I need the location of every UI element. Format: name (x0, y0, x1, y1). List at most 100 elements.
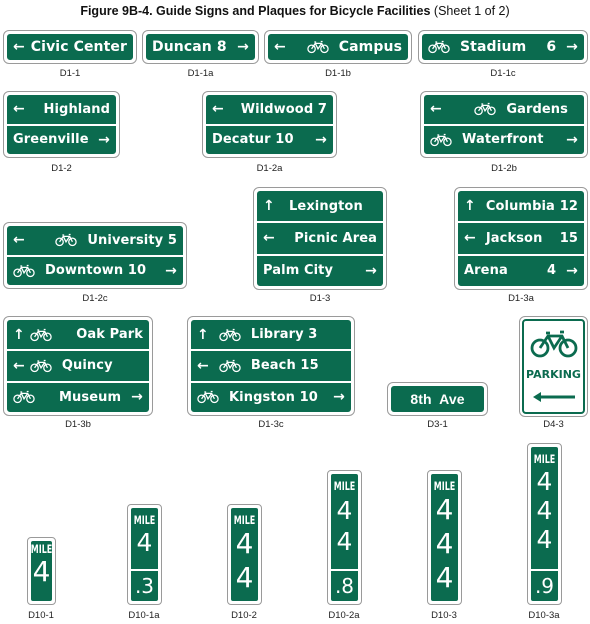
destination-text: Lexington (289, 198, 363, 214)
arrow-up-icon: ↑ (13, 326, 25, 343)
mile-digit: 4 (536, 467, 553, 496)
sign-row: ← Beach 15 (191, 349, 351, 380)
arrow-up-icon: ↑ (464, 198, 476, 215)
sign-panel: ↑ Lexington ← Picnic Area Palm City → (256, 190, 384, 287)
sign-row: 8th Ave (391, 386, 484, 412)
destination-text: University 5 (87, 232, 177, 248)
street-name-text: 8th Ave (410, 391, 465, 407)
arrow-left-icon: ← (13, 357, 25, 374)
arrow-up-icon: ↑ (263, 198, 275, 215)
destination-text: Campus (338, 39, 402, 55)
distance-text: 4 (547, 263, 557, 279)
sign-code-label: D1-3a (508, 293, 534, 304)
bicycle-icon (428, 40, 450, 54)
sign-code-label: D1-1a (187, 68, 214, 79)
bicycle-icon (13, 391, 35, 404)
mile-decimal: .9 (531, 569, 558, 601)
mile-digit: 4 (235, 527, 254, 560)
bicycle-icon (474, 103, 497, 116)
arrow-right-icon: → (566, 39, 578, 55)
sign-row: Stadium 6 → (422, 34, 584, 60)
mile-digit: 4 (136, 528, 153, 557)
sign-code-label: D4-3 (543, 419, 564, 430)
figure-title: Figure 9B-4. Guide Signs and Plaques for… (0, 4, 590, 18)
milepost-panel: MILE 4 (30, 540, 53, 602)
mile-decimal: .3 (131, 569, 158, 601)
distance-text: 6 (546, 39, 557, 55)
sign-code-label: D3-1 (427, 419, 448, 430)
mile-digit: 4 (336, 527, 353, 556)
sign-panel: Duncan 8 → (145, 33, 256, 61)
sign-panel: ← Wildwood 7 Decatur 10 → (205, 94, 334, 155)
arrow-left-icon: ← (13, 232, 25, 249)
arrow-left-icon: ← (212, 101, 224, 118)
destination-text: Picnic Area (294, 230, 377, 246)
sign-row: Palm City → (257, 253, 383, 286)
destination-text: Quincy (61, 358, 113, 374)
milepost-d10-2: MILE 4 4 (227, 504, 262, 605)
sign-panel: ← University 5 Downtown 10 → (6, 225, 184, 286)
mile-digit: 4 (536, 496, 553, 525)
arrow-left-icon: ← (263, 230, 275, 247)
sign-d1-2c: ← University 5 Downtown 10 → (3, 222, 187, 289)
bicycle-icon (307, 40, 329, 54)
distance-text: 15 (559, 230, 578, 246)
sign-code-label: D10-1 (28, 610, 54, 621)
arrow-right-icon: → (131, 389, 143, 406)
milepost-panel: MILE 4 4 (230, 507, 259, 602)
sign-code-label: D10-2 (231, 610, 257, 621)
sign-d4-3: PARKING (519, 316, 588, 417)
sign-panel: ↑ Oak Park ← Quincy Museum → (6, 319, 150, 413)
sign-d1-1: ← Civic Center (3, 30, 137, 64)
sign-d1-1b: ← Campus (264, 30, 412, 64)
arrow-left-icon: ← (13, 39, 25, 55)
arrow-right-icon: → (315, 131, 327, 148)
bicycle-icon (530, 330, 577, 358)
sign-row: ← Highland (7, 95, 116, 124)
bicycle-icon (197, 391, 219, 404)
destination-text: Wildwood 7 (240, 101, 327, 117)
sign-panel: ← Gardens Waterfront → (423, 94, 585, 155)
destination-text: Arena (464, 263, 508, 279)
sign-row: Museum → (7, 380, 149, 412)
mile-word: MILE (433, 480, 456, 493)
sign-row: Duncan 8 → (146, 34, 255, 60)
sign-d1-1c: Stadium 6 → (418, 30, 588, 64)
mile-digit: 4 (235, 561, 254, 594)
milepost-d10-3a: MILE 4 4 4 .9 (527, 443, 562, 605)
sign-code-label: D1-1 (59, 68, 81, 79)
sign-row: Downtown 10 → (7, 254, 183, 286)
destination-text: Highland (43, 101, 110, 117)
mile-word: MILE (233, 514, 256, 527)
milepost-panel: MILE 4 4 .8 (330, 473, 359, 602)
mile-digit: 4 (435, 561, 454, 594)
arrow-left-icon: ← (464, 230, 476, 247)
sign-code-label: D1-2a (256, 163, 283, 174)
milepost-d10-1a: MILE 4 .3 (127, 504, 162, 605)
sign-row: ← Campus (268, 34, 408, 60)
milepost-panel: MILE 4 4 4 .9 (530, 446, 559, 602)
parking-text: PARKING (526, 368, 581, 381)
figure-title-sheet: (Sheet 1 of 2) (430, 4, 510, 18)
destination-text: Museum (59, 389, 122, 405)
sign-d1-3b: ↑ Oak Park ← Quincy Museum → (3, 316, 153, 416)
destination-text: Decatur 10 (212, 132, 294, 148)
sign-row: ↑ Columbia 12 (458, 191, 584, 221)
sign-row: ← Wildwood 7 (206, 95, 333, 124)
destination-text: Stadium (460, 39, 527, 55)
mile-word: MILE (30, 543, 53, 556)
arrow-right-icon: → (333, 389, 345, 406)
sign-d1-3: ↑ Lexington ← Picnic Area Palm City → (253, 187, 387, 290)
destination-text: Civic Center (30, 39, 127, 55)
arrow-right-icon: → (566, 262, 578, 279)
sign-panel: ↑ Columbia 12 ← Jackson 15 Arena 4 → (457, 190, 585, 287)
bicycle-icon (13, 264, 35, 277)
mile-digit: 4 (32, 555, 51, 588)
destination-text: Downtown 10 (45, 263, 147, 279)
milepost-d10-3: MILE 4 4 4 (427, 470, 462, 605)
sign-panel: ← Highland Greenville → (6, 94, 117, 155)
bicycle-icon (219, 359, 241, 373)
sign-row: ← Civic Center (7, 34, 133, 60)
sign-d1-3c: ↑ Library 3 ← Beach 15 Kingston 10 → (187, 316, 355, 416)
sign-row: Greenville → (7, 123, 116, 155)
